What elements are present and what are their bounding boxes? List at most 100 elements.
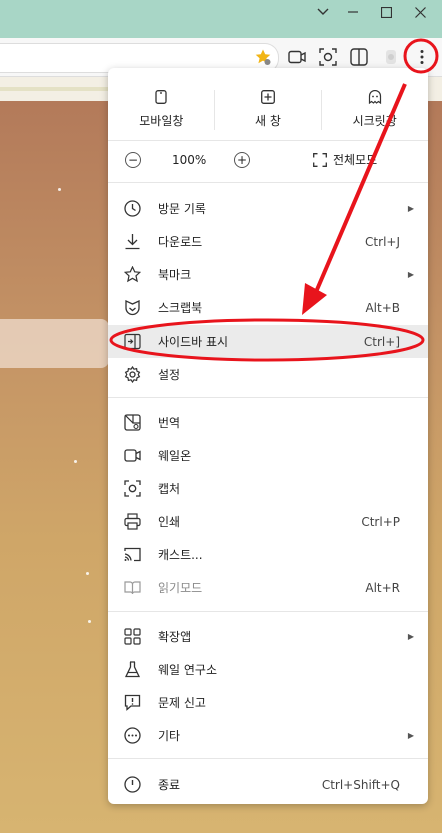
fullscreen-button[interactable]: 전체모드 — [313, 151, 377, 168]
mobile-window-icon — [155, 90, 167, 104]
menu-item-label: 스크랩북 — [158, 301, 203, 315]
cast-icon — [123, 546, 141, 564]
menu-item-report-issue[interactable]: 문제 신고 — [108, 686, 428, 719]
divider — [214, 90, 215, 130]
menu-item-scrapbook[interactable]: 스크랩북 Alt+B — [108, 291, 428, 324]
maximize-icon[interactable] — [371, 2, 401, 22]
shortcut-text: Ctrl+Shift+Q — [321, 777, 400, 792]
title-bar — [0, 0, 442, 38]
extensions-icon — [123, 628, 141, 646]
star-icon — [123, 266, 141, 284]
menu-item-translate[interactable]: 번역 — [108, 406, 428, 439]
menu-item-label: 웨일온 — [158, 449, 192, 463]
menu-item-extensions[interactable]: 확장앱 ▶ — [108, 620, 428, 653]
more-menu-icon[interactable] — [411, 46, 433, 68]
menu-item-print[interactable]: 인쇄 Ctrl+P — [108, 505, 428, 538]
window-buttons-row: 모바일창 새 창 시크릿창 — [108, 86, 428, 136]
menu-item-more[interactable]: 기타 ▶ — [108, 719, 428, 752]
zoom-level: 100% — [172, 153, 207, 167]
shortcut-text: Ctrl+J — [365, 234, 400, 249]
split-view-icon[interactable] — [348, 46, 370, 68]
zoom-in-symbol: + — [236, 153, 248, 167]
capture-icon — [123, 480, 141, 498]
minimize-icon[interactable] — [338, 2, 368, 22]
submenu-arrow-icon: ▶ — [407, 632, 414, 641]
more-icon — [123, 727, 141, 745]
mobile-window-button[interactable]: 모바일창 — [108, 86, 215, 136]
menu-item-bookmark[interactable]: 북마크 ▶ — [108, 258, 428, 291]
menu-item-label: 종료 — [158, 778, 181, 792]
print-icon — [123, 513, 141, 531]
capture-icon[interactable] — [317, 46, 339, 68]
background-sparkle — [58, 188, 61, 191]
divider — [108, 182, 428, 183]
submenu-arrow-icon: ▶ — [407, 204, 414, 213]
divider — [108, 758, 428, 759]
zoom-row: − 100% + 전체모드 — [108, 140, 428, 182]
background-sparkle — [74, 460, 77, 463]
menu-item-label: 방문 기록 — [158, 202, 206, 216]
favorite-star-icon[interactable] — [252, 46, 274, 68]
scrapbook-icon — [123, 299, 141, 317]
divider — [321, 90, 322, 130]
menu-item-label: 캡처 — [158, 482, 181, 496]
lab-flask-icon — [123, 661, 141, 679]
new-window-button[interactable]: 새 창 — [215, 86, 322, 136]
divider — [108, 397, 428, 398]
zoom-out-button[interactable]: − — [125, 152, 141, 168]
menu-item-whale-lab[interactable]: 웨일 연구소 — [108, 653, 428, 686]
fullscreen-icon — [313, 152, 327, 167]
background-sparkle — [88, 620, 91, 623]
search-widget[interactable] — [0, 319, 109, 368]
menu-item-capture[interactable]: 캡처 — [108, 472, 428, 505]
secret-window-icon — [368, 90, 381, 104]
menu-item-label: 웨일 연구소 — [158, 663, 218, 677]
menu-item-label: 설정 — [158, 368, 181, 382]
new-window-icon — [261, 90, 275, 104]
menu-item-whale-on[interactable]: 웨일온 — [108, 439, 428, 472]
submenu-arrow-icon: ▶ — [407, 731, 414, 740]
shortcut-text: Alt+B — [365, 300, 400, 315]
report-icon — [123, 694, 141, 712]
browser-main-menu: 모바일창 새 창 시크릿창 − 100% + 전체모드 방문 기록 ▶ 다운로드… — [108, 68, 428, 804]
sidebar-icon — [123, 333, 141, 351]
secret-window-label: 시크릿창 — [352, 114, 397, 128]
menu-item-label: 캐스트... — [158, 548, 203, 562]
shortcut-text: Ctrl+P — [361, 514, 400, 529]
chevron-down-icon[interactable] — [308, 2, 338, 22]
pip-icon[interactable] — [286, 46, 308, 68]
close-icon[interactable] — [405, 2, 435, 22]
menu-item-history[interactable]: 방문 기록 ▶ — [108, 192, 428, 225]
shortcut-text: Alt+R — [365, 580, 400, 595]
submenu-arrow-icon: ▶ — [407, 270, 414, 279]
mobile-window-label: 모바일창 — [139, 114, 184, 128]
menu-item-label: 인쇄 — [158, 515, 181, 529]
menu-item-download[interactable]: 다운로드 Ctrl+J — [108, 225, 428, 258]
menu-item-label: 기타 — [158, 729, 181, 743]
reader-mode-icon — [123, 579, 141, 597]
background-sparkle — [86, 572, 89, 575]
menu-item-label: 북마크 — [158, 268, 192, 282]
divider — [108, 611, 428, 612]
translate-icon — [123, 414, 141, 432]
menu-item-label: 확장앱 — [158, 630, 192, 644]
new-window-label: 새 창 — [255, 114, 281, 128]
download-icon — [123, 233, 141, 251]
menu-item-cast[interactable]: 캐스트... — [108, 538, 428, 571]
zoom-out-symbol: − — [127, 153, 139, 167]
power-icon — [123, 776, 141, 794]
gear-icon — [123, 366, 141, 384]
menu-item-label: 문제 신고 — [158, 696, 206, 710]
shortcut-text: Ctrl+] — [363, 334, 400, 349]
fullscreen-label: 전체모드 — [333, 153, 378, 167]
zoom-in-button[interactable]: + — [234, 152, 250, 168]
menu-item-label: 읽기모드 — [158, 581, 203, 595]
menu-item-settings[interactable]: 설정 — [108, 358, 428, 391]
secret-window-button[interactable]: 시크릿창 — [321, 86, 428, 136]
menu-item-label: 번역 — [158, 416, 181, 430]
menu-item-quit[interactable]: 종료 Ctrl+Shift+Q — [108, 768, 428, 801]
menu-item-show-sidebar[interactable]: 사이드바 표시 Ctrl+] — [108, 325, 428, 358]
extension-icon[interactable] — [380, 46, 402, 68]
history-icon — [123, 200, 141, 218]
menu-item-reader-mode[interactable]: 읽기모드 Alt+R — [108, 571, 428, 604]
